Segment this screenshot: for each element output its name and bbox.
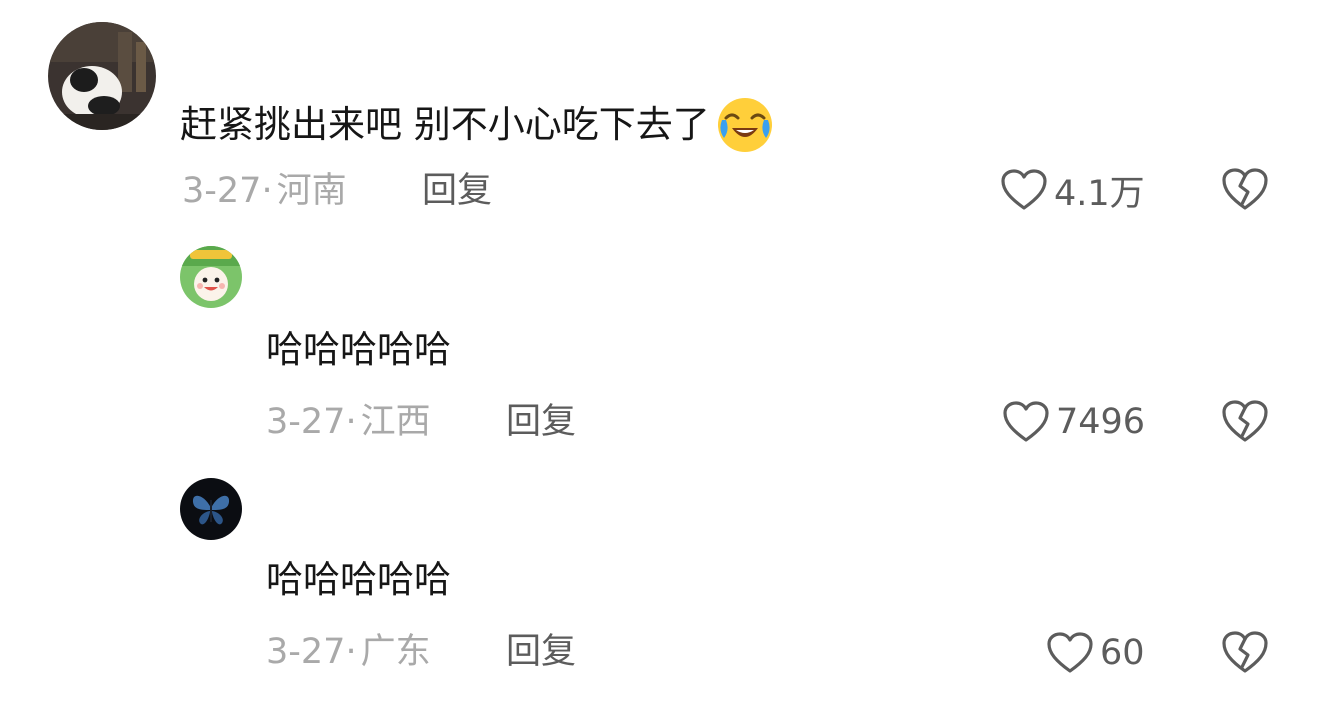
reply-button[interactable]: 回复 [422,171,492,211]
comment-date: 3-27 [266,402,346,442]
comment-location: 广东 [360,632,431,672]
like-count: 60 [1100,633,1145,673]
heart-outline-icon [1001,169,1047,210]
comment-location: 江西 [360,402,431,442]
broken-heart-icon [1222,400,1268,442]
like-button[interactable]: 4.1万 [1000,166,1145,214]
dislike-button[interactable] [1220,629,1270,675]
meta-separator: · [261,171,273,211]
like-count: 4.1万 [1054,173,1145,214]
comment-text: 哈哈哈哈哈 [266,328,451,372]
like-count: 7496 [1056,402,1146,442]
comment-text: 赶紧挑出来吧 别不小心吃下去了 [180,96,774,154]
broken-heart-icon [1222,631,1268,673]
reply-button[interactable]: 回复 [506,402,576,442]
reply-button[interactable]: 回复 [506,632,576,672]
avatar[interactable] [48,22,156,130]
comment-meta: 3-27· 河南 [182,171,347,211]
meta-separator: · [345,402,357,442]
comment-body: 赶紧挑出来吧 别不小心吃下去了 [180,103,710,146]
comment-meta: 3-27· 广东 [266,632,431,672]
broken-heart-icon [1222,168,1268,210]
avatar[interactable] [180,478,242,540]
meta-separator: · [345,632,357,672]
comment-location: 河南 [276,171,347,211]
comment-text: 哈哈哈哈哈 [266,558,451,602]
heart-outline-icon [1003,401,1049,442]
comment-body: 哈哈哈哈哈 [266,558,451,601]
comment-date: 3-27 [182,171,262,211]
comment-meta: 3-27· 江西 [266,402,431,442]
comment-date: 3-27 [266,632,346,672]
heart-outline-icon [1047,632,1093,673]
crying-laughing-emoji-icon [716,96,774,154]
like-button[interactable]: 60 [1046,629,1145,677]
like-button[interactable]: 7496 [1002,398,1145,446]
comment-body: 哈哈哈哈哈 [266,328,451,371]
avatar[interactable] [180,246,242,308]
dislike-button[interactable] [1220,398,1270,444]
dislike-button[interactable] [1220,166,1270,212]
